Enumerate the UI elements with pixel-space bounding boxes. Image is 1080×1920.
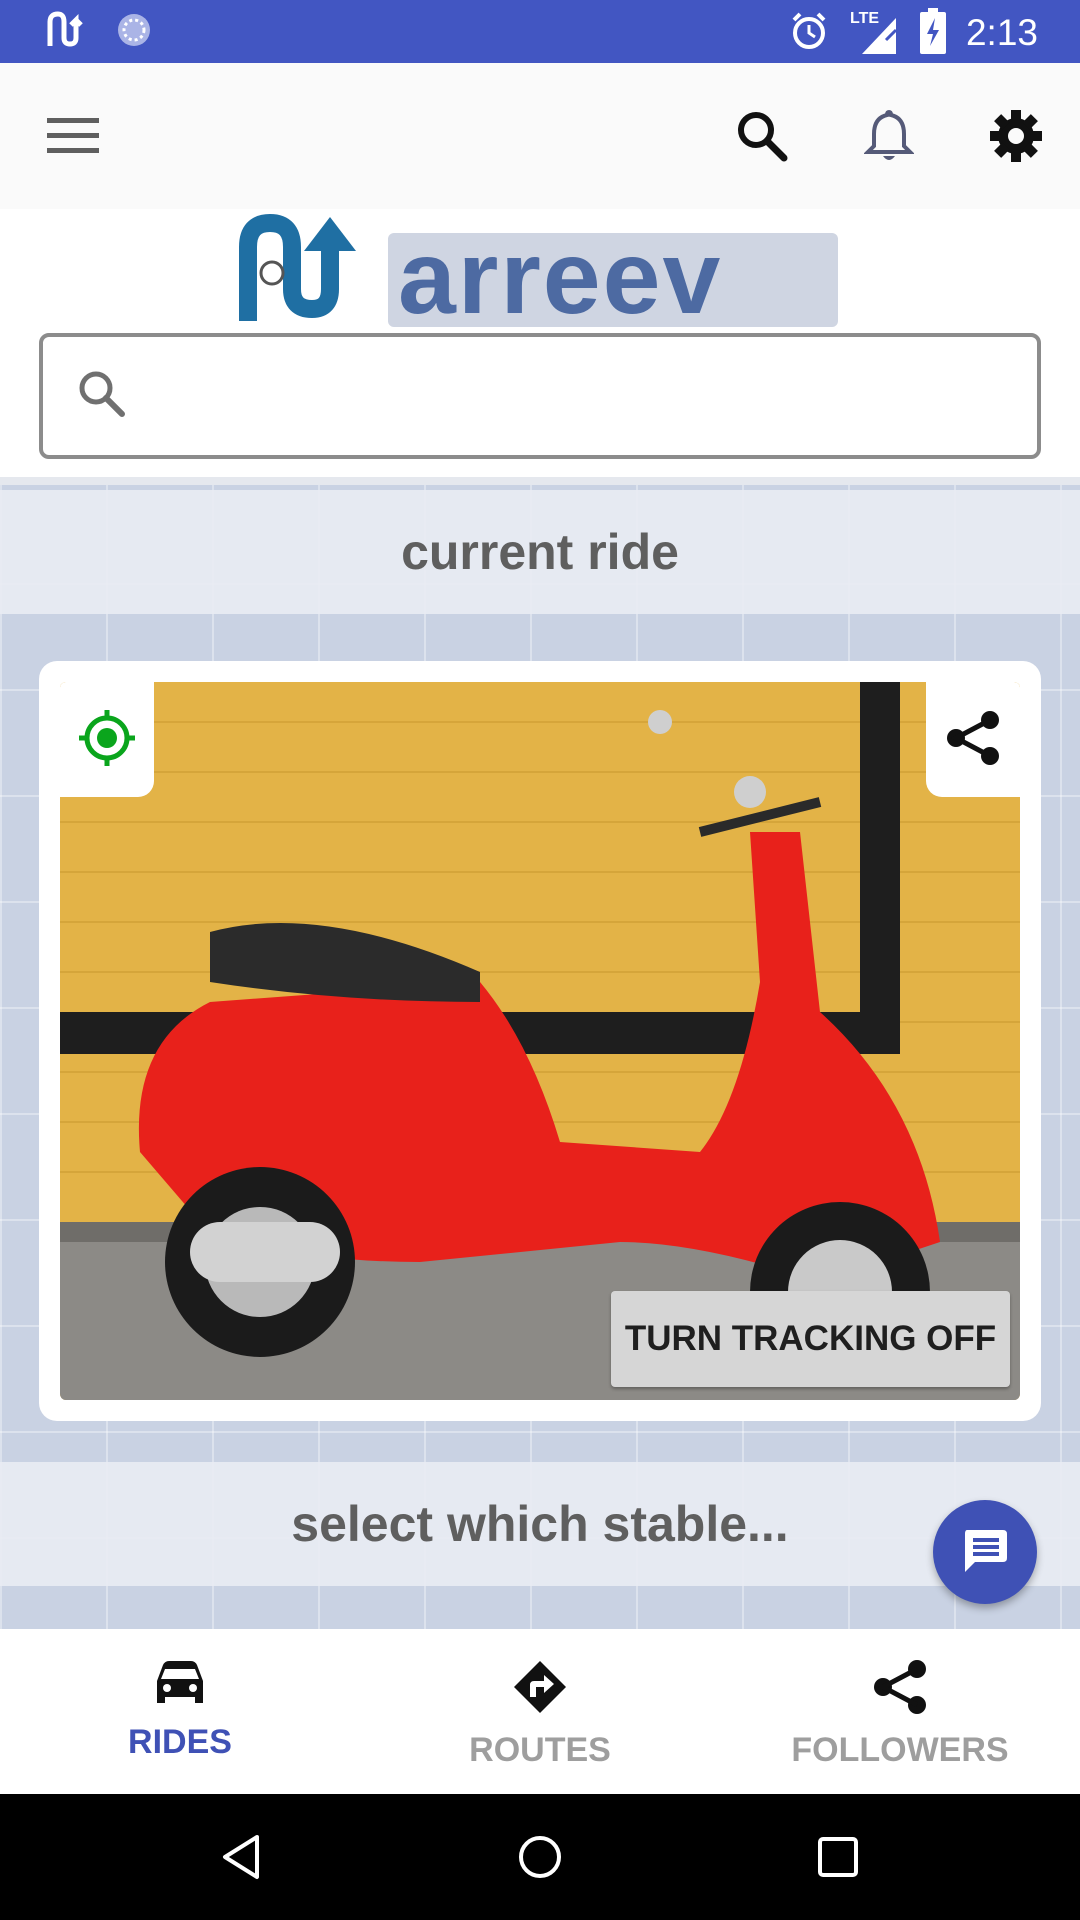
bottom-nav: RIDES ROUTES FOLLOWERS [0,1629,1080,1794]
nav-label-rides: RIDES [128,1723,232,1761]
car-icon [153,1659,207,1711]
search-input[interactable] [127,337,1037,455]
status-bar: LTE 2:13 [0,0,1080,63]
logo-area: arreev [0,209,1080,327]
search-area [0,327,1080,477]
logo-text: arreev [388,233,838,327]
search-field[interactable] [39,333,1041,459]
alarm-icon [788,10,830,56]
arreev-notification-icon [46,10,86,54]
app-screen: LTE 2:13 arreev current ride TURN TRACKI… [0,0,1080,1920]
divider [0,477,1080,485]
current-ride-heading: current ride [0,490,1080,614]
gear-icon[interactable] [979,99,1053,173]
turn-tracking-off-button[interactable]: TURN TRACKING OFF [611,1291,1010,1387]
share-icon [873,1659,927,1719]
select-stable-heading: select which stable... [0,1462,1080,1586]
nav-item-routes[interactable]: ROUTES [360,1629,720,1794]
status-time: 2:13 [965,12,1038,53]
menu-icon[interactable] [36,99,110,173]
chat-button[interactable] [933,1500,1037,1604]
signal-icon: LTE [850,10,900,56]
search-field-icon [77,369,127,423]
chat-icon [961,1526,1009,1578]
search-icon[interactable] [725,99,799,173]
home-icon[interactable] [510,1827,570,1887]
back-icon[interactable] [211,1827,271,1887]
share-button[interactable] [926,682,1020,797]
logo-mark-icon [238,213,366,329]
bell-icon[interactable] [852,99,926,173]
battery-charging-icon [919,8,946,58]
nav-label-followers: FOLLOWERS [791,1731,1009,1769]
nav-label-routes: ROUTES [469,1731,611,1769]
toolbar [0,63,1080,209]
nav-item-rides[interactable]: RIDES [0,1629,360,1794]
sync-icon [114,10,154,54]
system-nav-bar [0,1794,1080,1920]
gps-fixed-icon [77,708,137,772]
recents-icon[interactable] [808,1827,868,1887]
directions-icon [512,1659,568,1719]
share-icon [946,710,1000,770]
locate-button[interactable] [60,682,154,797]
nav-item-followers[interactable]: FOLLOWERS [720,1629,1080,1794]
